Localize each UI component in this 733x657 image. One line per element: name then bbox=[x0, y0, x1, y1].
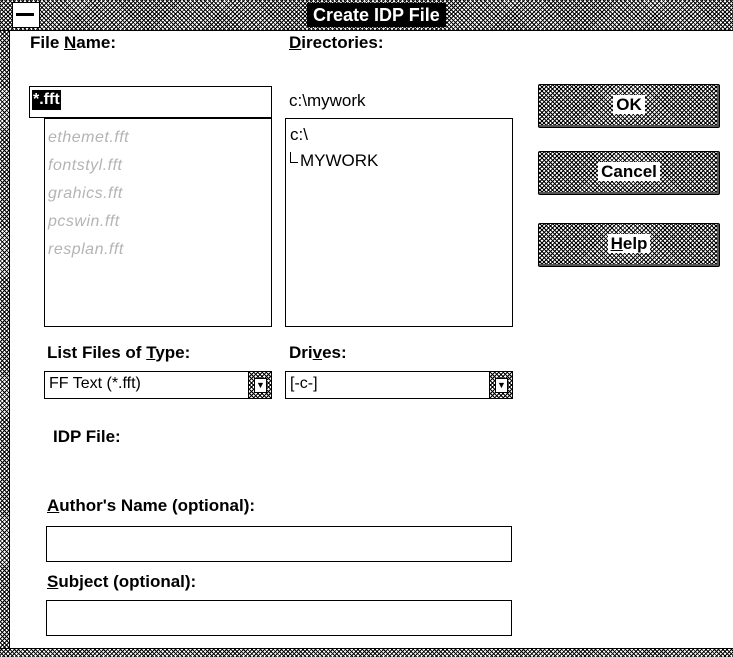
dropdown-arrow-icon: ▼ bbox=[254, 378, 267, 393]
file-list-item[interactable]: pcswin.fft bbox=[48, 213, 120, 231]
dropdown-arrow-icon: ▼ bbox=[495, 378, 508, 393]
file-name-input[interactable]: *.fft bbox=[29, 86, 272, 118]
system-menu-icon[interactable] bbox=[12, 2, 40, 28]
file-type-dropdown-button[interactable]: ▼ bbox=[248, 372, 271, 398]
subject-input[interactable] bbox=[46, 600, 512, 636]
create-idp-file-dialog: Create IDP File File Name: *.fft ethemet… bbox=[0, 0, 733, 657]
file-list-item[interactable]: grahics.fft bbox=[48, 185, 123, 203]
file-type-select[interactable]: FF Text (*.fft) ▼ bbox=[44, 371, 272, 399]
directory-item-root[interactable]: c:\ bbox=[290, 125, 308, 145]
window-left-border bbox=[0, 0, 10, 656]
file-list-item[interactable]: fontstyl.fft bbox=[48, 157, 122, 175]
file-list-item[interactable]: resplan.fft bbox=[48, 241, 124, 259]
window-title: Create IDP File bbox=[307, 3, 446, 27]
file-type-value: FF Text (*.fft) bbox=[49, 375, 141, 392]
file-list-item[interactable]: ethemet.fft bbox=[48, 129, 129, 147]
drives-value: [-c-] bbox=[290, 375, 318, 392]
cancel-button-label: Cancel bbox=[598, 162, 660, 181]
title-bar[interactable]: Create IDP File bbox=[0, 0, 733, 31]
file-type-label: List Files of Type: bbox=[47, 343, 191, 362]
current-directory-path: c:\mywork bbox=[289, 91, 366, 110]
author-label: Author's Name (optional): bbox=[47, 496, 256, 515]
subject-label: Subject (optional): bbox=[47, 572, 197, 591]
cancel-button[interactable]: Cancel bbox=[538, 151, 720, 195]
author-name-input[interactable] bbox=[46, 526, 512, 562]
tree-branch-icon bbox=[290, 152, 298, 163]
ok-button[interactable]: OK bbox=[538, 84, 720, 128]
file-list[interactable]: ethemet.fft fontstyl.fft grahics.fft pcs… bbox=[44, 118, 272, 327]
file-name-value: *.fft bbox=[32, 90, 61, 110]
directory-item-mywork[interactable]: MYWORK bbox=[290, 151, 378, 171]
help-button[interactable]: Help bbox=[538, 223, 720, 267]
directory-item-label: MYWORK bbox=[300, 151, 379, 170]
file-name-label: File Name: bbox=[30, 33, 116, 52]
directory-list[interactable]: c:\ MYWORK bbox=[285, 118, 513, 327]
idp-file-label: IDP File: bbox=[53, 427, 121, 446]
ok-button-label: OK bbox=[613, 95, 645, 114]
drives-label: Drives: bbox=[289, 343, 347, 362]
drives-dropdown-button[interactable]: ▼ bbox=[489, 372, 512, 398]
drives-select[interactable]: [-c-] ▼ bbox=[285, 371, 513, 399]
directories-label: Directories: bbox=[289, 33, 384, 52]
help-button-label: Help bbox=[607, 234, 651, 253]
